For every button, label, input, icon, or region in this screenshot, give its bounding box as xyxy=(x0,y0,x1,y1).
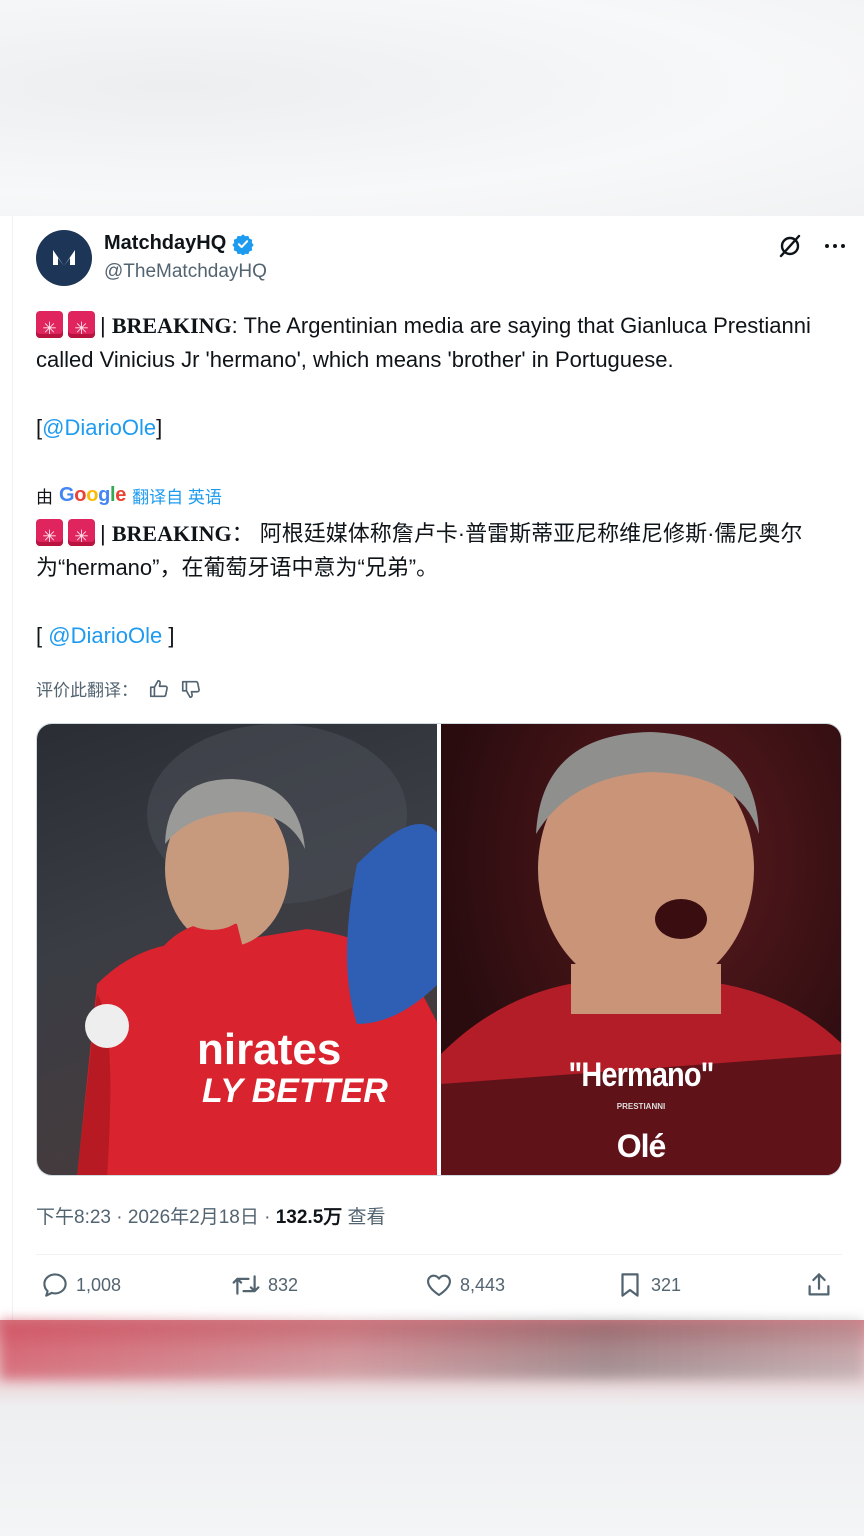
view-count: 132.5万 xyxy=(275,1207,343,1228)
breaking-label: BREAKING xyxy=(111,313,232,338)
retweet-button[interactable]: 832 xyxy=(230,1270,298,1300)
retweet-icon xyxy=(232,1275,260,1295)
siren-emoji-icon xyxy=(36,311,63,346)
blurred-background-top xyxy=(0,0,864,216)
tweet-metadata: 下午8:23 · 2026年2月18日 · 132.5万 查看 xyxy=(36,1202,386,1229)
source-mention-link-zh[interactable]: @DiarioOle xyxy=(48,623,162,648)
tweet-action-bar: 1,008 832 8,443 321 xyxy=(40,1270,840,1310)
share-icon xyxy=(808,1273,830,1296)
bookmark-count: 321 xyxy=(651,1274,682,1295)
media-photo-left[interactable]: nirates LY BETTER xyxy=(37,724,437,1175)
by-label: 由 xyxy=(36,488,53,507)
reply-button[interactable]: 1,008 xyxy=(40,1270,121,1300)
ole-logo: Olé xyxy=(616,1128,667,1164)
like-button[interactable]: 8,443 xyxy=(424,1270,505,1300)
divider xyxy=(36,1254,842,1255)
tweet-timestamp[interactable]: 下午8:23 · 2026年2月18日 · xyxy=(36,1207,276,1228)
reply-icon xyxy=(43,1273,67,1297)
translated-by-google: 由 Google 翻译自 英语 xyxy=(36,483,222,508)
source-mention-link[interactable]: @DiarioOle xyxy=(42,415,156,440)
avatar[interactable] xyxy=(36,230,92,286)
rate-translation-label: 评价此翻译： xyxy=(36,681,138,700)
bookmark-icon xyxy=(621,1273,639,1297)
heart-icon xyxy=(427,1274,451,1297)
svg-text:nirates: nirates xyxy=(197,1025,341,1074)
media-photo-right[interactable]: "Hermano" PRESTIANNI Olé xyxy=(441,724,841,1175)
player-photo-covering-mouth: nirates LY BETTER xyxy=(77,724,437,1175)
account-handle[interactable]: @TheMatchdayHQ xyxy=(104,261,267,283)
siren-emoji-icon xyxy=(36,519,63,554)
siren-emoji-icon xyxy=(68,519,95,554)
more-options-icon[interactable] xyxy=(822,233,848,259)
blurred-background-bottom xyxy=(0,1320,864,1536)
retweet-count: 832 xyxy=(268,1274,299,1295)
matchday-logo-icon xyxy=(45,239,83,277)
display-name-row[interactable]: MatchdayHQ xyxy=(104,232,254,255)
tweet-text-translated: | BREAKING： 阿根廷媒体称詹卢卡·普雷斯蒂亚尼称维尼修斯·儒尼奥尔为“… xyxy=(36,517,851,653)
google-logo: Google xyxy=(59,484,127,506)
thumbs-down-icon[interactable] xyxy=(180,678,202,700)
share-button[interactable] xyxy=(804,1270,834,1300)
verified-badge-icon xyxy=(232,233,254,255)
grok-icon[interactable] xyxy=(776,232,804,260)
source-bracket-open-zh: [ xyxy=(36,623,49,648)
thumbs-up-icon[interactable] xyxy=(148,678,170,700)
siren-emoji-icon xyxy=(68,311,95,346)
translated-from-link[interactable]: 翻译自 英语 xyxy=(132,483,222,508)
source-bracket-close: ] xyxy=(156,415,163,440)
reply-count: 1,008 xyxy=(76,1274,122,1295)
svg-text:LY BETTER: LY BETTER xyxy=(202,1072,388,1110)
views-label: 查看 xyxy=(342,1207,386,1228)
rate-translation: 评价此翻译： xyxy=(36,676,202,701)
breaking-label-zh: BREAKING xyxy=(111,521,232,546)
media-caption-subtitle: PRESTIANNI xyxy=(616,1102,666,1111)
tweet-media-grid: nirates LY BETTER "Hermano" PRESTIANNI O… xyxy=(36,723,842,1176)
tweet-text-original: | BREAKING: The Argentinian media are sa… xyxy=(36,309,836,445)
like-count: 8,443 xyxy=(460,1274,506,1295)
display-name[interactable]: MatchdayHQ xyxy=(104,232,226,255)
source-bracket-close-zh: ] xyxy=(162,623,175,648)
media-caption-title: "Hermano" xyxy=(568,1056,714,1094)
tweet-top-actions xyxy=(776,232,848,260)
bookmark-button[interactable]: 321 xyxy=(615,1270,681,1300)
